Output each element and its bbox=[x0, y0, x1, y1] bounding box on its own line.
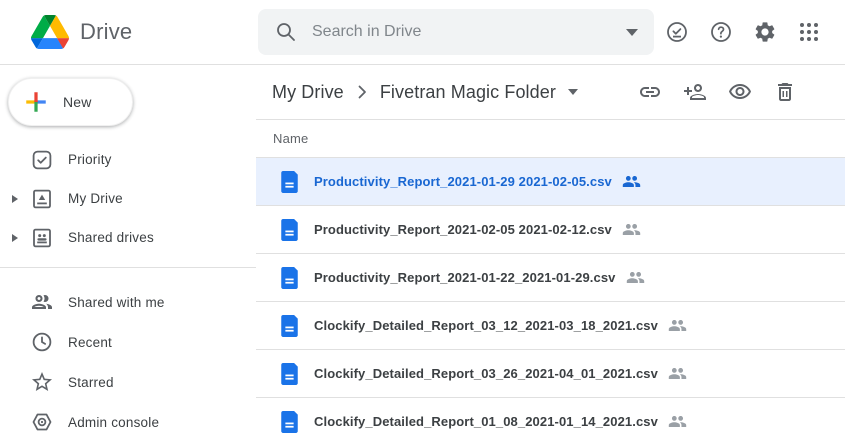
folder-menu-caret-icon[interactable] bbox=[568, 89, 578, 95]
search-bar[interactable] bbox=[258, 9, 654, 55]
csv-file-icon bbox=[280, 315, 299, 337]
sidebar-item-admin-console[interactable]: Admin console bbox=[0, 402, 256, 439]
csv-file-icon bbox=[280, 411, 299, 433]
drive-logo-home-link[interactable]: Drive bbox=[0, 15, 256, 49]
shared-drives-icon bbox=[30, 226, 54, 250]
sidebar-item-label: Starred bbox=[68, 375, 114, 390]
sidebar-item-label: Shared drives bbox=[68, 230, 154, 245]
help-icon bbox=[709, 20, 733, 44]
apps-grid-icon bbox=[797, 20, 821, 44]
column-header-name[interactable]: Name bbox=[273, 131, 308, 146]
offline-check-icon bbox=[665, 20, 689, 44]
sidebar-item-recent[interactable]: Recent bbox=[0, 322, 256, 362]
file-row[interactable]: Clockify_Detailed_Report_03_12_2021-03_1… bbox=[256, 302, 845, 350]
sidebar-item-shared-with-me[interactable]: Shared with me bbox=[0, 282, 256, 322]
csv-file-icon bbox=[280, 363, 299, 385]
shared-people-icon bbox=[668, 316, 687, 335]
file-list: Productivity_Report_2021-01-29 2021-02-0… bbox=[256, 158, 845, 439]
admin-console-icon bbox=[30, 410, 54, 434]
shared-people-icon bbox=[626, 268, 645, 287]
shared-with-me-icon bbox=[30, 290, 54, 314]
breadcrumb-my-drive[interactable]: My Drive bbox=[272, 82, 344, 103]
get-link-button[interactable] bbox=[627, 72, 672, 112]
shared-people-icon bbox=[622, 172, 641, 191]
gear-icon bbox=[753, 20, 777, 44]
sidebar-item-starred[interactable]: Starred bbox=[0, 362, 256, 402]
sidebar: New Priority bbox=[0, 65, 256, 439]
delete-button[interactable] bbox=[762, 72, 807, 112]
file-row[interactable]: Clockify_Detailed_Report_01_08_2021-01_1… bbox=[256, 398, 845, 439]
file-name: Productivity_Report_2021-01-29 2021-02-0… bbox=[314, 174, 612, 189]
google-drive-app: Drive bbox=[0, 0, 845, 439]
expander-icon[interactable] bbox=[7, 234, 23, 242]
sidebar-item-priority[interactable]: Priority bbox=[0, 140, 256, 179]
sidebar-item-my-drive[interactable]: My Drive bbox=[0, 179, 256, 218]
csv-file-icon bbox=[280, 219, 299, 241]
expander-icon[interactable] bbox=[7, 195, 23, 203]
share-button[interactable] bbox=[672, 72, 717, 112]
app-name: Drive bbox=[80, 19, 132, 45]
sidebar-item-shared-drives[interactable]: Shared drives bbox=[0, 218, 256, 257]
star-icon bbox=[30, 370, 54, 394]
top-bar: Drive bbox=[0, 0, 845, 65]
drive-logo-icon bbox=[30, 15, 70, 49]
file-table-header[interactable]: Name bbox=[256, 120, 845, 158]
sidebar-item-label: Admin console bbox=[68, 415, 159, 430]
offline-status-button[interactable] bbox=[655, 10, 699, 54]
trash-icon bbox=[773, 80, 797, 104]
link-icon bbox=[638, 80, 662, 104]
priority-icon bbox=[30, 148, 54, 172]
search-input[interactable] bbox=[312, 23, 626, 41]
chevron-right-icon bbox=[350, 80, 374, 104]
sidebar-nav-primary: Priority My Drive bbox=[0, 140, 256, 257]
shared-people-icon bbox=[668, 364, 687, 383]
sidebar-item-label: My Drive bbox=[68, 191, 123, 206]
person-add-icon bbox=[683, 80, 707, 104]
preview-button[interactable] bbox=[717, 72, 762, 112]
shared-people-icon bbox=[622, 220, 641, 239]
sidebar-nav-secondary: Shared with me Recent Starred bbox=[0, 282, 256, 439]
file-name: Clockify_Detailed_Report_03_26_2021-04_0… bbox=[314, 366, 658, 381]
google-apps-button[interactable] bbox=[787, 10, 831, 54]
file-row[interactable]: Productivity_Report_2021-01-29 2021-02-0… bbox=[256, 158, 845, 206]
sidebar-item-label: Priority bbox=[68, 152, 112, 167]
file-name: Productivity_Report_2021-02-05 2021-02-1… bbox=[314, 222, 612, 237]
file-row[interactable]: Productivity_Report_2021-02-05 2021-02-1… bbox=[256, 206, 845, 254]
help-button[interactable] bbox=[699, 10, 743, 54]
clock-icon bbox=[30, 330, 54, 354]
csv-file-icon bbox=[280, 171, 299, 193]
search-options-caret-icon[interactable] bbox=[626, 29, 638, 36]
sidebar-item-label: Recent bbox=[68, 335, 112, 350]
sidebar-item-label: Shared with me bbox=[68, 295, 165, 310]
sidebar-divider bbox=[0, 267, 256, 268]
settings-button[interactable] bbox=[743, 10, 787, 54]
topbar-icons bbox=[655, 10, 845, 54]
file-name: Productivity_Report_2021-01-22_2021-01-2… bbox=[314, 270, 616, 285]
file-name: Clockify_Detailed_Report_03_12_2021-03_1… bbox=[314, 318, 658, 333]
csv-file-icon bbox=[280, 267, 299, 289]
eye-icon bbox=[728, 80, 752, 104]
breadcrumb-current-folder[interactable]: Fivetran Magic Folder bbox=[380, 82, 556, 103]
search-icon[interactable] bbox=[274, 20, 298, 44]
main-content: My Drive Fivetran Magic Folder bbox=[256, 65, 845, 439]
my-drive-icon bbox=[30, 187, 54, 211]
new-button-label: New bbox=[63, 94, 92, 110]
shared-people-icon bbox=[668, 412, 687, 431]
breadcrumb-bar: My Drive Fivetran Magic Folder bbox=[256, 65, 845, 120]
new-button[interactable]: New bbox=[8, 78, 133, 126]
file-row[interactable]: Clockify_Detailed_Report_03_26_2021-04_0… bbox=[256, 350, 845, 398]
file-name: Clockify_Detailed_Report_01_08_2021-01_1… bbox=[314, 414, 658, 429]
folder-action-icons bbox=[627, 72, 829, 112]
file-row[interactable]: Productivity_Report_2021-01-22_2021-01-2… bbox=[256, 254, 845, 302]
plus-multicolor-icon bbox=[23, 89, 49, 115]
